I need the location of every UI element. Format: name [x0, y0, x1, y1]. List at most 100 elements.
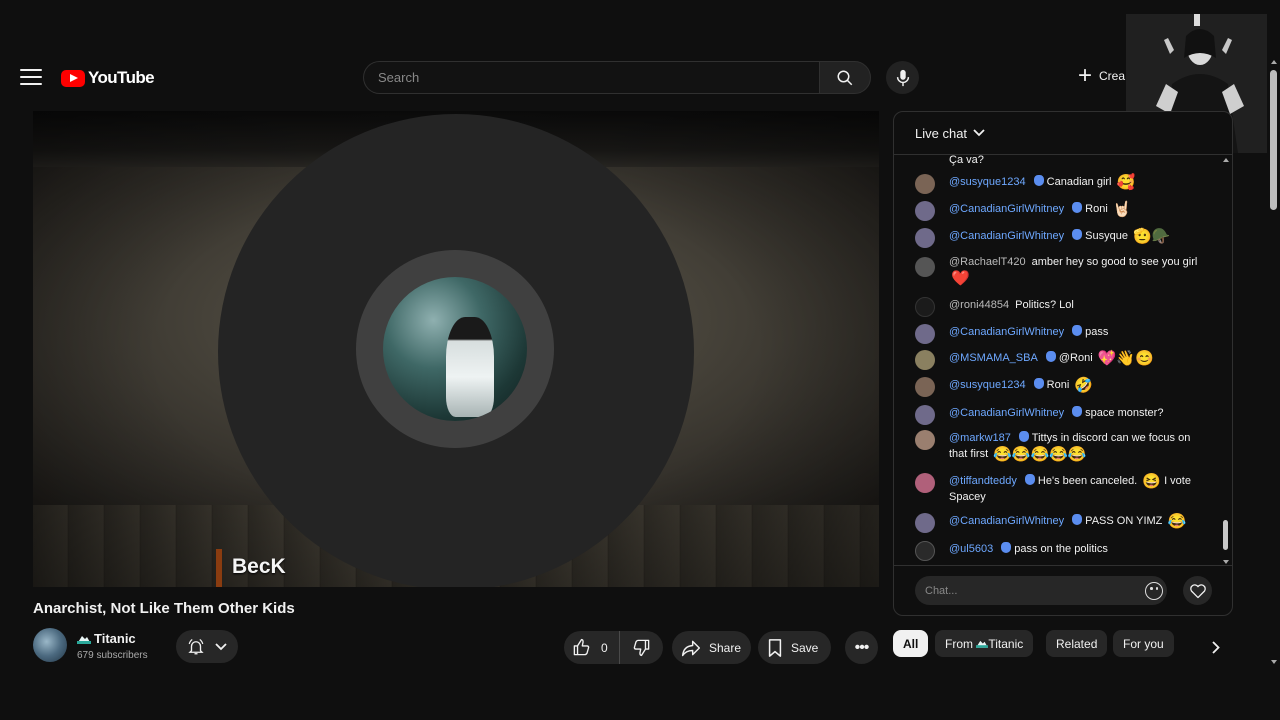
- chat-message: @tiffandteddy He's been canceled. 😆 I vo…: [915, 473, 1205, 505]
- moderator-badge-icon: [1072, 514, 1083, 525]
- moderator-badge-icon: [1072, 406, 1083, 417]
- heart-icon: [1189, 583, 1206, 598]
- chat-message-list[interactable]: Ça va? @susyque1234 Canadian girl 🥰 @Can…: [894, 155, 1222, 565]
- chat-author[interactable]: @RachaelT420: [949, 256, 1026, 268]
- chat-input[interactable]: [915, 576, 1167, 605]
- chat-author[interactable]: @CanadianGirlWhitney: [949, 203, 1064, 215]
- chip-from-label: From: [945, 636, 973, 651]
- moderator-badge-icon: [1072, 325, 1083, 336]
- chat-avatar[interactable]: [915, 297, 935, 317]
- more-dots-icon: •••: [854, 638, 870, 656]
- chat-avatar[interactable]: [915, 430, 935, 450]
- chip-from-channel-name: Titanic: [988, 636, 1024, 651]
- share-button[interactable]: Share: [672, 631, 751, 664]
- chat-scroll-down-arrow[interactable]: [1223, 560, 1229, 564]
- search-input[interactable]: [363, 61, 819, 94]
- chip-from-channel[interactable]: From Titanic: [935, 630, 1034, 657]
- chat-avatar[interactable]: [915, 541, 935, 561]
- chevron-right-icon: [1212, 640, 1220, 654]
- chat-emoji: ❤️: [951, 270, 970, 287]
- save-button[interactable]: Save: [758, 631, 831, 664]
- create-label: Crea: [1099, 69, 1126, 83]
- chat-message: @CanadianGirlWhitney Susyque 🫡🪖: [915, 228, 1205, 248]
- chat-author[interactable]: @tiffandteddy: [949, 475, 1017, 487]
- chat-message: Ça va?: [915, 155, 1205, 168]
- chat-avatar[interactable]: [915, 324, 935, 344]
- chat-message-text: pass on the politics: [1014, 543, 1108, 555]
- page-scrollbar[interactable]: [1268, 58, 1280, 666]
- chat-message: @CanadianGirlWhitney space monster?: [915, 405, 1205, 425]
- chat-author[interactable]: @CanadianGirlWhitney: [949, 326, 1064, 338]
- share-label: Share: [709, 640, 742, 655]
- chat-message-text: Roni: [1085, 203, 1108, 215]
- chat-author[interactable]: @CanadianGirlWhitney: [949, 515, 1064, 527]
- chat-scrollbar-thumb[interactable]: [1223, 520, 1228, 550]
- dislike-button[interactable]: [620, 631, 663, 664]
- album-art-figure: [446, 317, 494, 417]
- search-bar: [363, 61, 871, 94]
- chat-message-text: Canadian girl: [1046, 176, 1112, 188]
- chat-author[interactable]: @CanadianGirlWhitney: [949, 230, 1064, 242]
- chat-emoji: 🤣: [1074, 377, 1094, 394]
- chat-message: @CanadianGirlWhitney Roni 🤘🏻: [915, 201, 1205, 221]
- chat-message: @MSMAMA_SBA @Roni 💖👋😊: [915, 350, 1205, 370]
- voice-search-button[interactable]: [886, 61, 919, 94]
- like-button[interactable]: 0: [564, 631, 620, 664]
- chat-avatar[interactable]: [915, 405, 935, 425]
- chat-author[interactable]: @roni44854: [949, 299, 1009, 311]
- bell-ringing-icon: [188, 638, 204, 654]
- moderator-badge-icon: [1045, 351, 1056, 362]
- chevron-down-icon: [215, 642, 227, 650]
- chat-avatar[interactable]: [915, 228, 935, 248]
- moderator-badge-icon: [1001, 542, 1012, 553]
- chip-all[interactable]: All: [893, 630, 929, 657]
- menu-icon[interactable]: [20, 66, 42, 88]
- chat-avatar[interactable]: [915, 257, 935, 277]
- chat-scrollbar[interactable]: [1221, 156, 1231, 566]
- video-player[interactable]: BecK: [33, 111, 879, 587]
- create-button[interactable]: + Crea: [1078, 64, 1126, 88]
- channel-avatar[interactable]: [33, 628, 67, 662]
- video-title: Anarchist, Not Like Them Other Kids: [33, 600, 295, 617]
- heart-reaction-button[interactable]: [1183, 576, 1212, 605]
- chat-author[interactable]: @susyque1234: [949, 176, 1026, 188]
- chip-related[interactable]: Related: [1046, 630, 1108, 657]
- chat-scroll-up-arrow[interactable]: [1223, 158, 1229, 162]
- chip-for-you[interactable]: For you: [1113, 630, 1174, 657]
- chat-avatar[interactable]: [915, 377, 935, 397]
- album-art: [383, 277, 527, 421]
- chat-author[interactable]: @CanadianGirlWhitney: [949, 407, 1064, 419]
- moderator-badge-icon: [1072, 229, 1083, 240]
- chat-input-bar: [894, 565, 1232, 615]
- search-button[interactable]: [819, 61, 871, 94]
- youtube-play-icon: [61, 69, 85, 87]
- chat-author[interactable]: @susyque1234: [949, 379, 1026, 391]
- chat-author[interactable]: @MSMAMA_SBA: [949, 352, 1038, 364]
- channel-name: Titanic: [94, 631, 136, 646]
- notifications-button[interactable]: [176, 630, 238, 663]
- channel-name-link[interactable]: Titanic: [77, 631, 136, 646]
- scroll-up-arrow[interactable]: [1271, 60, 1277, 64]
- chat-message-text: PASS ON YIMZ: [1085, 515, 1163, 527]
- chat-avatar[interactable]: [915, 350, 935, 370]
- chat-avatar[interactable]: [915, 513, 935, 533]
- chat-message-text: Ça va?: [949, 155, 984, 166]
- iceberg-icon: [77, 635, 91, 644]
- chevron-down-icon: [973, 129, 985, 137]
- chat-author[interactable]: @ul5603: [949, 543, 993, 555]
- chat-emoji: 💖👋😊: [1097, 350, 1154, 367]
- scroll-down-arrow[interactable]: [1271, 660, 1277, 664]
- save-label: Save: [791, 640, 819, 655]
- scrollbar-thumb[interactable]: [1270, 70, 1277, 210]
- youtube-logo[interactable]: YouTube: [61, 68, 155, 88]
- live-chat-mode-selector[interactable]: Live chat: [894, 112, 1232, 155]
- chat-message-text: Politics? Lol: [1015, 299, 1074, 311]
- emoji-picker-icon[interactable]: [1145, 582, 1163, 600]
- more-actions-button[interactable]: •••: [845, 631, 878, 664]
- chat-avatar[interactable]: [915, 174, 935, 194]
- chat-avatar[interactable]: [915, 201, 935, 221]
- chips-next-button[interactable]: [1204, 635, 1228, 659]
- search-icon: [837, 70, 853, 85]
- chat-avatar[interactable]: [915, 473, 935, 493]
- chat-author[interactable]: @markw187: [949, 432, 1011, 444]
